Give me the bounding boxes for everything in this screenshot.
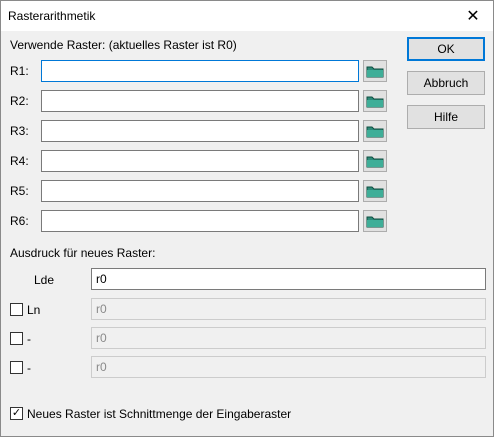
r1-browse-button[interactable] <box>363 60 387 82</box>
dash1-checkbox[interactable] <box>10 332 23 345</box>
ln-input <box>91 298 486 320</box>
lde-label: Lde <box>34 273 55 287</box>
folder-icon <box>366 66 384 78</box>
rasters-heading: Verwende Raster: (aktuelles Raster ist R… <box>10 38 237 52</box>
folder-icon <box>366 156 384 168</box>
r2-browse-button[interactable] <box>363 90 387 112</box>
folder-icon <box>366 186 384 198</box>
dash2-label: - <box>27 361 31 375</box>
r2-input[interactable] <box>41 90 359 112</box>
dash2-checkbox[interactable] <box>10 361 23 374</box>
lde-input[interactable] <box>91 268 486 290</box>
checkmark-icon: ✓ <box>11 407 22 419</box>
r5-input[interactable] <box>41 180 359 202</box>
ok-button[interactable]: OK <box>407 37 485 61</box>
r4-label: R4: <box>10 154 29 168</box>
ln-label: Ln <box>27 303 41 317</box>
cancel-button[interactable]: Abbruch <box>407 71 485 95</box>
close-icon: ✕ <box>466 8 480 25</box>
r5-browse-button[interactable] <box>363 180 387 202</box>
r4-input[interactable] <box>41 150 359 172</box>
ln-checkbox[interactable] <box>10 303 23 316</box>
dash1-label: - <box>27 332 31 346</box>
close-button[interactable]: ✕ <box>453 1 493 31</box>
title-bar: Rasterarithmetik ✕ <box>1 1 493 31</box>
r1-input[interactable] <box>41 60 359 82</box>
intersection-label: Neues Raster ist Schnittmenge der Eingab… <box>27 407 292 421</box>
dash1-input <box>91 327 486 349</box>
r3-browse-button[interactable] <box>363 120 387 142</box>
folder-icon <box>366 96 384 108</box>
r6-input[interactable] <box>41 210 359 232</box>
intersection-checkbox[interactable]: ✓ <box>10 407 23 420</box>
r5-label: R5: <box>10 184 29 198</box>
r1-label: R1: <box>10 64 29 78</box>
help-button[interactable]: Hilfe <box>407 105 485 129</box>
r2-label: R2: <box>10 94 29 108</box>
r6-browse-button[interactable] <box>363 210 387 232</box>
r6-label: R6: <box>10 214 29 228</box>
dash2-input <box>91 356 486 378</box>
raster-arithmetic-dialog: Rasterarithmetik ✕ Verwende Raster: (akt… <box>0 0 494 437</box>
expression-heading: Ausdruck für neues Raster: <box>10 246 156 260</box>
r3-label: R3: <box>10 124 29 138</box>
folder-icon <box>366 216 384 228</box>
window-title: Rasterarithmetik <box>8 9 96 23</box>
r4-browse-button[interactable] <box>363 150 387 172</box>
folder-icon <box>366 126 384 138</box>
r3-input[interactable] <box>41 120 359 142</box>
